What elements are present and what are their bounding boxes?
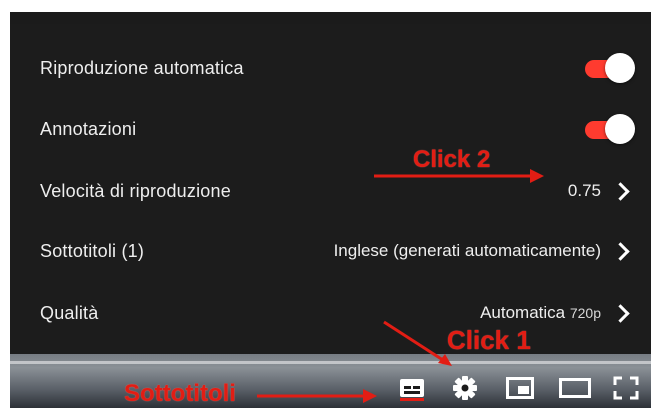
subtitles-value: Inglese (generati automaticamente) [333, 241, 601, 260]
toggle-knob [605, 114, 635, 144]
chevron-right-icon [611, 241, 630, 261]
setting-annotations-label: Annotazioni [40, 118, 137, 139]
theater-mode-icon [559, 378, 591, 398]
setting-subtitles-label: Sottotitoli (1) [40, 240, 145, 261]
annotations-toggle[interactable] [585, 114, 635, 144]
setting-quality-label: Qualità [40, 302, 99, 323]
chevron-right-icon [611, 181, 630, 201]
toggle-knob [605, 53, 635, 83]
quality-value-resolution: 720p [569, 305, 601, 321]
miniplayer-button[interactable] [500, 366, 540, 408]
annotation-arrow-click-2 [374, 169, 544, 183]
setting-playback-speed-label: Velocità di riproduzione [40, 180, 231, 201]
setting-subtitles[interactable]: Sottotitoli (1) Inglese (generati automa… [10, 221, 651, 281]
annotation-arrow-click-1 [383, 320, 452, 366]
fullscreen-button[interactable] [606, 366, 646, 408]
miniplayer-icon [506, 377, 534, 399]
subtitles-icon [400, 379, 424, 401]
settings-gear-icon [453, 376, 477, 400]
theater-mode-button[interactable] [555, 366, 595, 408]
annotation-subtitles: Sottotitoli [124, 380, 236, 407]
quality-value-main: Automatica [480, 303, 566, 322]
setting-quality[interactable]: Qualità Automatica 720p [10, 283, 651, 343]
video-player: Riproduzione automatica Annotazioni Velo… [10, 12, 651, 408]
setting-autoplay[interactable]: Riproduzione automatica [10, 38, 651, 98]
chevron-right-icon [611, 303, 630, 323]
fullscreen-icon [613, 376, 639, 400]
setting-autoplay-label: Riproduzione automatica [40, 57, 244, 78]
setting-playback-speed[interactable]: Velocità di riproduzione 0.75 [10, 161, 651, 221]
annotation-arrow-subtitles [257, 389, 377, 403]
settings-menu: Riproduzione automatica Annotazioni Velo… [10, 24, 651, 354]
setting-annotations[interactable]: Annotazioni [10, 99, 651, 159]
autoplay-toggle[interactable] [585, 53, 635, 83]
progress-bar[interactable] [10, 361, 651, 364]
quality-value: Automatica 720p [480, 303, 601, 323]
playback-speed-value: 0.75 [567, 181, 601, 200]
